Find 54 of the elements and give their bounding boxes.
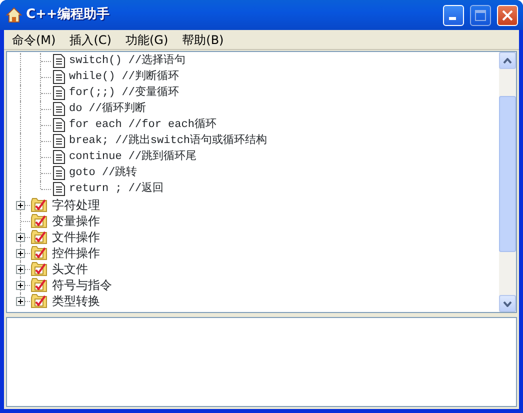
tree-item[interactable]: for(;;) //变量循环 [69, 84, 180, 102]
menu-item[interactable]: 插入(C) [64, 30, 118, 48]
tree-item[interactable]: break; //跳出switch语句或循环结构 [69, 132, 268, 150]
maximize-icon [475, 10, 486, 20]
document-icon [53, 134, 65, 148]
document-icon [53, 118, 65, 132]
tree-folder[interactable]: 头文件 [52, 260, 88, 278]
scroll-up-button[interactable] [499, 52, 516, 69]
tree-item[interactable]: for each //for each循环 [69, 116, 216, 134]
tree-folder[interactable]: 字符处理 [52, 196, 100, 214]
tree-folder[interactable]: 变量操作 [52, 212, 100, 230]
expand-icon[interactable] [16, 265, 25, 274]
home-icon [6, 7, 22, 23]
checked-folder-icon [31, 278, 48, 292]
document-icon [53, 102, 65, 116]
expand-icon[interactable] [16, 233, 25, 242]
expand-icon[interactable] [16, 201, 25, 210]
scroll-down-button[interactable] [499, 295, 516, 312]
scroll-thumb[interactable] [499, 96, 516, 252]
minimize-button[interactable] [443, 4, 464, 26]
menu-item[interactable]: 功能(G) [119, 30, 174, 48]
checked-folder-icon [31, 230, 48, 244]
window-title: C++编程助手 [26, 6, 110, 24]
document-icon [53, 86, 65, 100]
document-icon [53, 70, 65, 84]
tree-item[interactable]: continue //跳到循环尾 [69, 148, 197, 166]
document-icon [53, 166, 65, 180]
menu-item[interactable]: 命令(M) [6, 30, 62, 48]
scrollbar[interactable] [499, 52, 516, 312]
tree-item[interactable]: return ; //返回 [69, 180, 164, 198]
output-box[interactable] [6, 317, 517, 407]
minimize-icon [448, 17, 456, 20]
checked-folder-icon [31, 262, 48, 276]
tree-item[interactable]: goto //跳转 [69, 164, 138, 182]
checked-folder-icon [31, 214, 48, 228]
tree-item[interactable]: do //循环判断 [69, 100, 146, 118]
checked-folder-icon [31, 294, 48, 308]
expand-icon[interactable] [16, 281, 25, 290]
tree-item[interactable]: while() //判断循环 [69, 68, 180, 86]
document-icon [53, 150, 65, 164]
tree-item[interactable]: switch() //选择语句 [69, 52, 186, 70]
close-icon [502, 10, 513, 20]
expand-icon[interactable] [16, 249, 25, 258]
expand-icon[interactable] [16, 297, 25, 306]
close-button[interactable] [497, 4, 518, 26]
document-icon [53, 182, 65, 196]
tree-folder[interactable]: 符号与指令 [52, 276, 112, 294]
menu-item[interactable]: 帮助(B) [176, 30, 230, 48]
checked-folder-icon [31, 198, 48, 212]
checked-folder-icon [31, 246, 48, 260]
tree-folder[interactable]: 类型转换 [52, 292, 100, 310]
tree-folder[interactable]: 控件操作 [52, 244, 100, 262]
document-icon [53, 54, 65, 68]
tree-folder[interactable]: 文件操作 [52, 228, 100, 246]
